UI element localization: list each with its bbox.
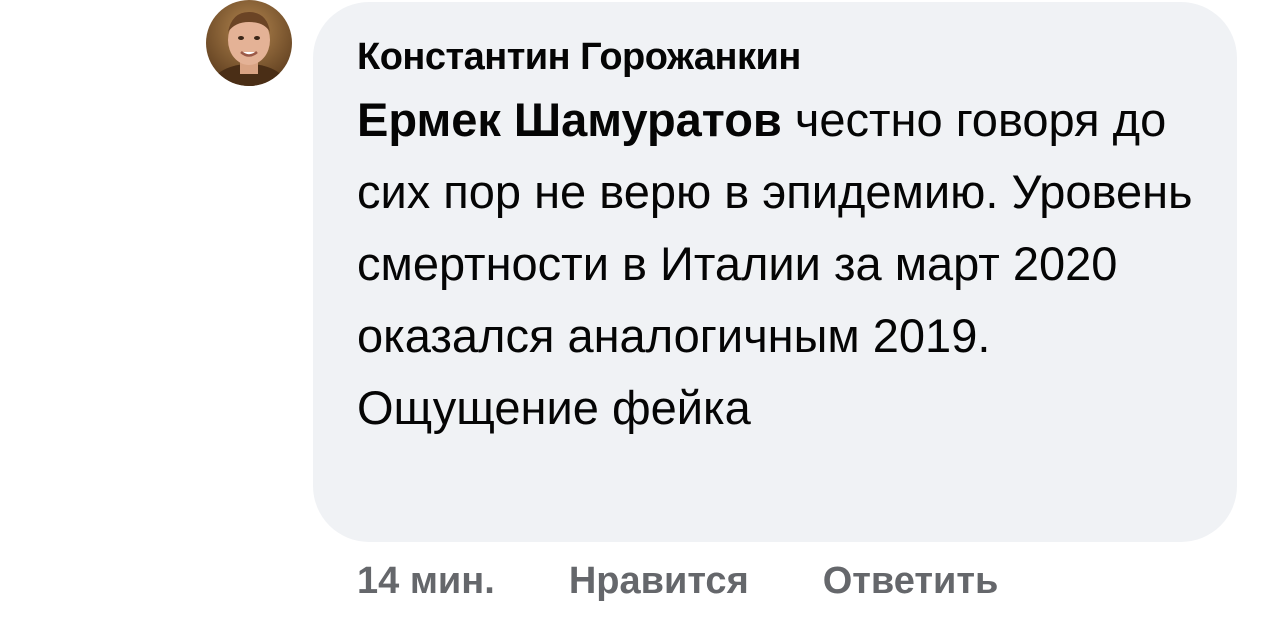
comment-bubble: Константин Горожанкин Ермек Шамуратов че… [313, 2, 1237, 542]
comment-author-name[interactable]: Константин Горожанкин [357, 32, 1197, 82]
reply-button[interactable]: Ответить [823, 560, 999, 603]
avatar-photo-icon [206, 0, 292, 86]
comment-actions: 14 мин. Нравится Ответить [357, 548, 998, 614]
comment-text: Ермек Шамуратов честно говоря до сих пор… [357, 84, 1197, 444]
comment: Константин Горожанкин Ермек Шамуратов че… [0, 0, 1280, 627]
comment-timestamp[interactable]: 14 мин. [357, 560, 495, 603]
mentioned-user[interactable]: Ермек Шамуратов [357, 93, 782, 146]
author-avatar[interactable] [206, 0, 292, 86]
like-button[interactable]: Нравится [569, 560, 749, 603]
